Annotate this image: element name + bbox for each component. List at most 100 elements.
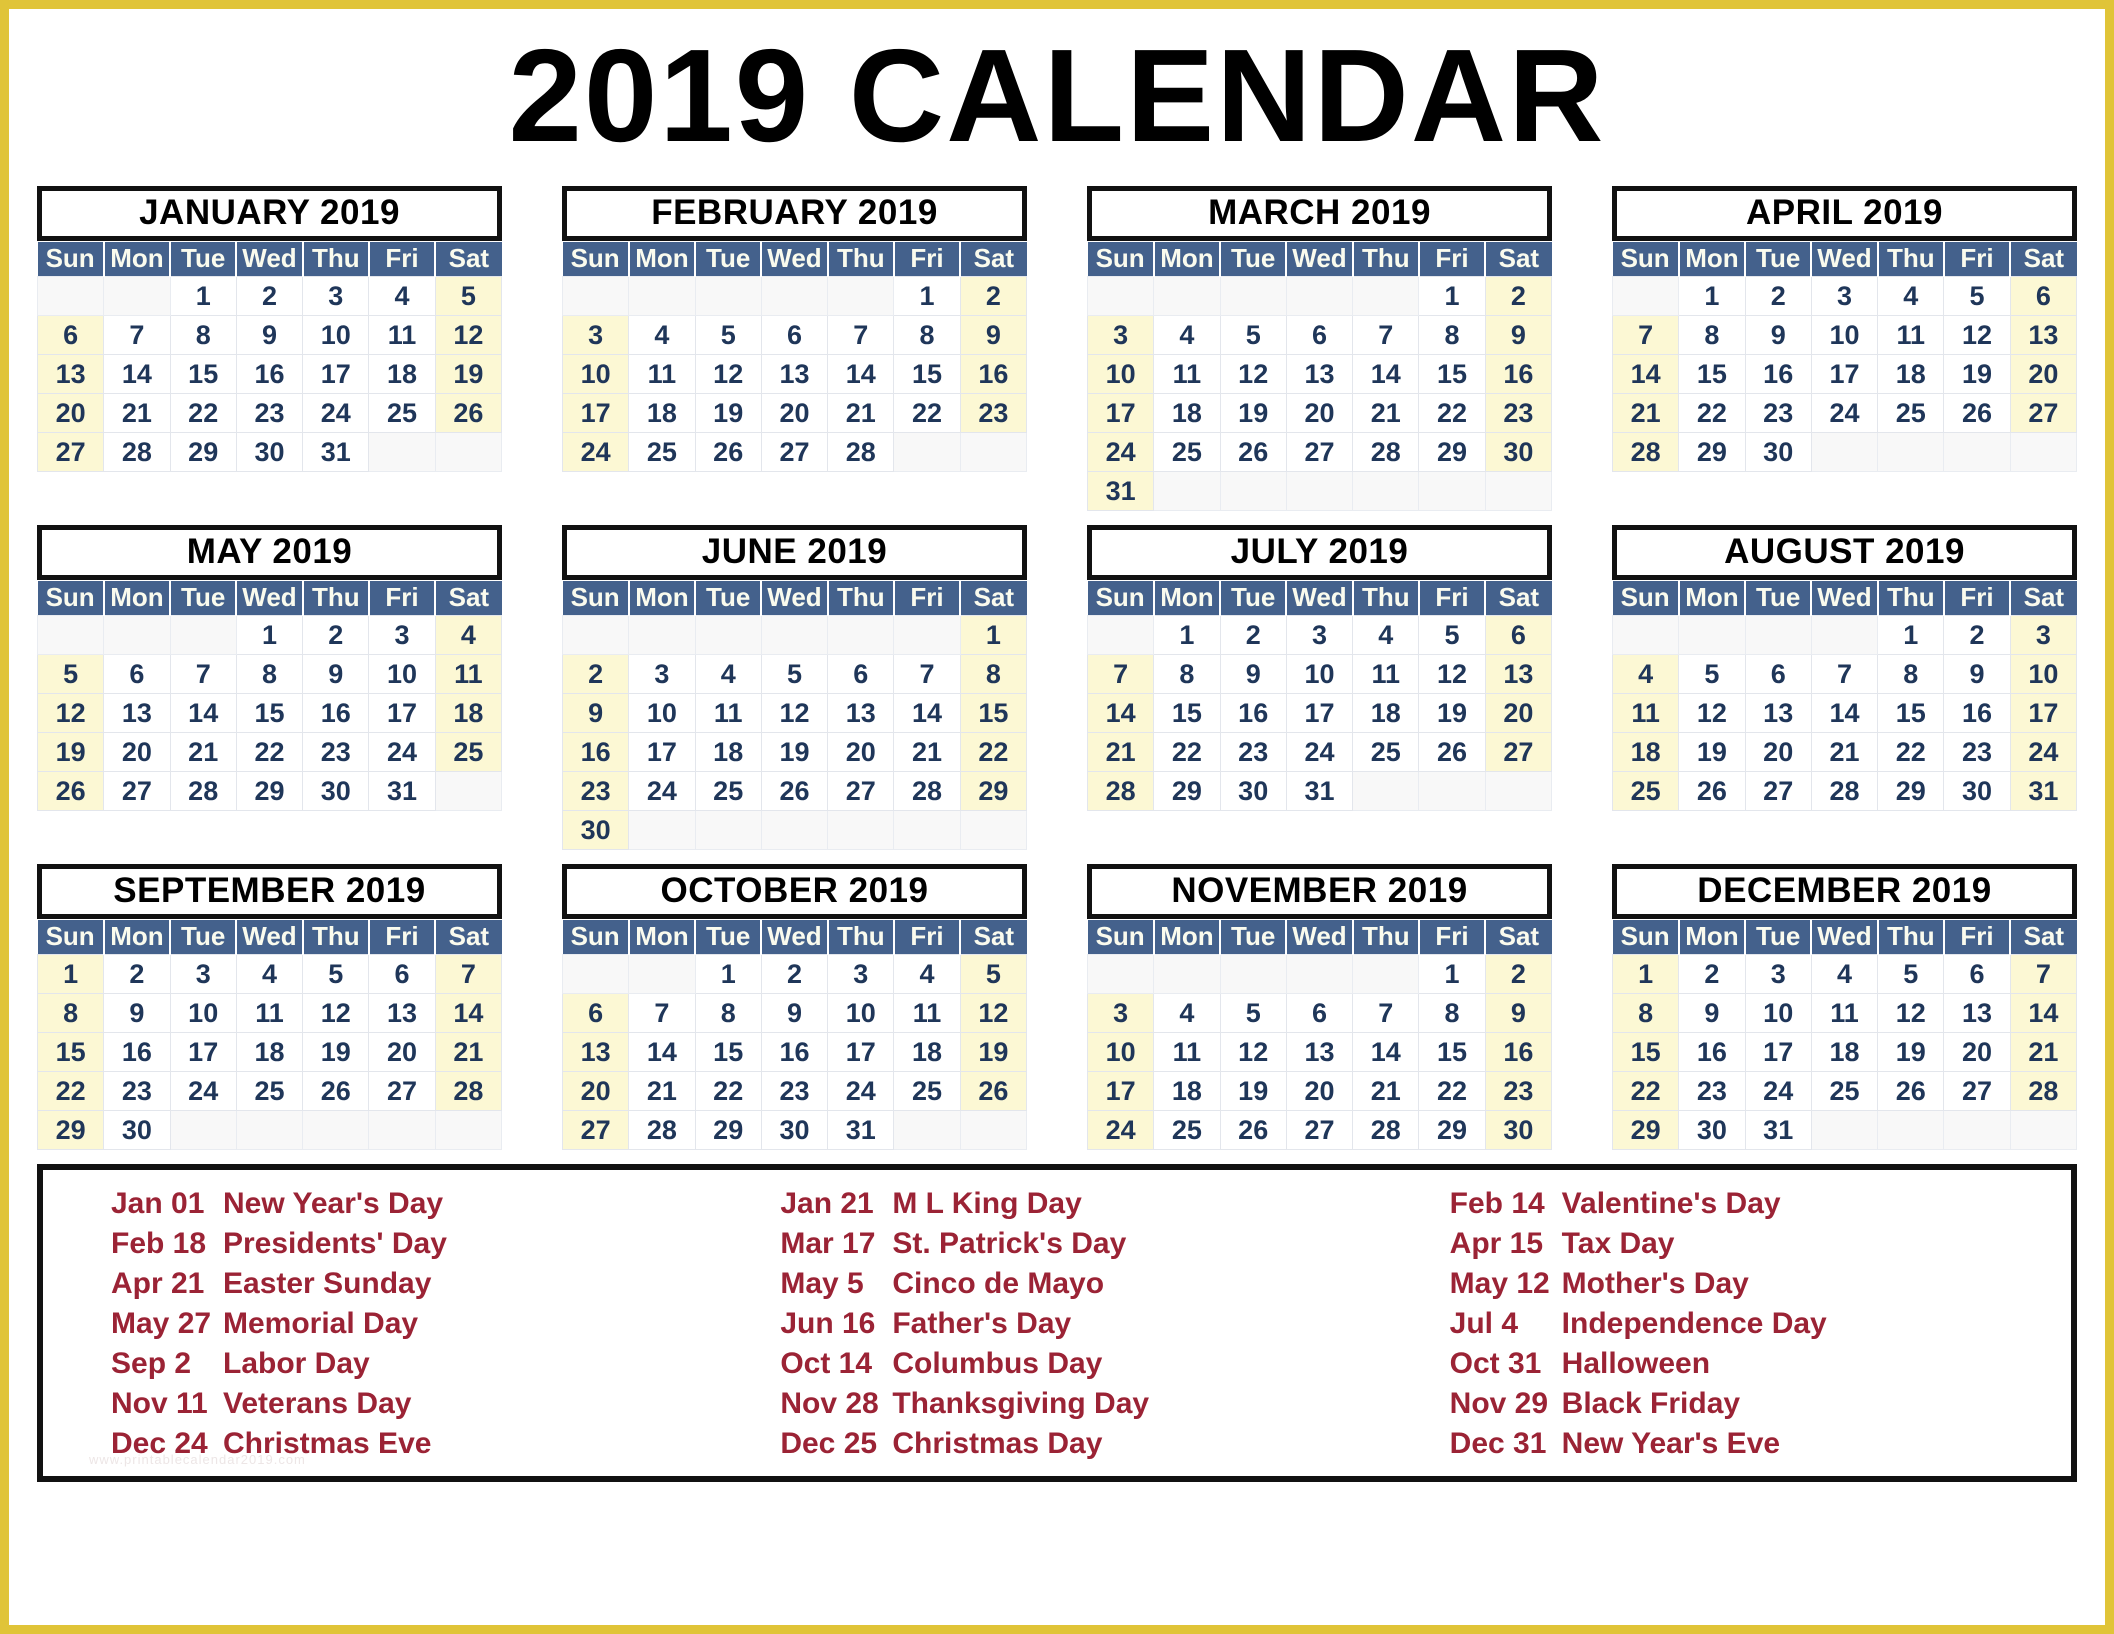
day-cell[interactable]: 25 [434,732,503,773]
day-cell[interactable]: 2 [1678,954,1746,995]
day-cell[interactable]: 26 [694,432,762,473]
day-cell[interactable]: 5 [36,654,105,695]
day-cell[interactable]: 28 [1086,771,1155,812]
day-cell[interactable]: 25 [1810,1071,1879,1112]
day-cell[interactable]: 18 [628,393,696,434]
day-cell[interactable]: 30 [1484,1110,1553,1151]
day-cell[interactable]: 28 [827,432,895,473]
day-cell[interactable]: 8 [235,654,304,695]
day-cell[interactable]: 23 [235,393,304,434]
day-cell[interactable]: 20 [2009,354,2078,395]
day-cell[interactable]: 19 [959,1032,1028,1073]
day-cell[interactable]: 19 [434,354,503,395]
day-cell[interactable]: 20 [1744,732,1812,773]
day-cell[interactable]: 15 [959,693,1028,734]
day-cell[interactable]: 11 [628,354,696,395]
day-cell[interactable]: 16 [235,354,304,395]
day-cell[interactable]: 17 [1810,354,1879,395]
day-cell[interactable]: 8 [1611,993,1680,1034]
day-cell[interactable]: 13 [2009,315,2078,356]
day-cell[interactable]: 4 [1611,654,1680,695]
day-cell[interactable]: 12 [760,693,829,734]
day-cell[interactable]: 15 [893,354,961,395]
day-cell[interactable]: 10 [1086,354,1155,395]
day-cell[interactable]: 8 [1418,315,1486,356]
day-cell[interactable]: 14 [628,1032,696,1073]
day-cell[interactable]: 22 [893,393,961,434]
day-cell[interactable]: 10 [1086,1032,1155,1073]
day-cell[interactable]: 4 [893,954,961,995]
day-cell[interactable]: 28 [893,771,961,812]
day-cell[interactable]: 3 [368,615,436,656]
day-cell[interactable]: 19 [1418,693,1486,734]
day-cell[interactable]: 29 [694,1110,762,1151]
day-cell[interactable]: 13 [827,693,895,734]
day-cell[interactable]: 18 [1153,1071,1221,1112]
day-cell[interactable]: 11 [1810,993,1879,1034]
day-cell[interactable]: 30 [1678,1110,1746,1151]
day-cell[interactable]: 2 [760,954,829,995]
day-cell[interactable]: 13 [1484,654,1553,695]
day-cell[interactable]: 21 [1810,732,1879,773]
day-cell[interactable]: 3 [561,315,630,356]
day-cell[interactable]: 25 [1352,732,1420,773]
day-cell[interactable]: 6 [1484,615,1553,656]
day-cell[interactable]: 5 [434,276,503,317]
day-cell[interactable]: 11 [235,993,304,1034]
day-cell[interactable]: 15 [169,354,237,395]
day-cell[interactable]: 19 [1219,393,1287,434]
day-cell[interactable]: 12 [1943,315,2011,356]
day-cell[interactable]: 14 [1352,354,1420,395]
day-cell[interactable]: 1 [169,276,237,317]
day-cell[interactable]: 24 [368,732,436,773]
day-cell[interactable]: 5 [760,654,829,695]
day-cell[interactable]: 24 [827,1071,895,1112]
day-cell[interactable]: 20 [760,393,829,434]
day-cell[interactable]: 1 [1678,276,1746,317]
day-cell[interactable]: 7 [1086,654,1155,695]
day-cell[interactable]: 16 [959,354,1028,395]
day-cell[interactable]: 22 [1678,393,1746,434]
day-cell[interactable]: 29 [235,771,304,812]
day-cell[interactable]: 27 [1285,432,1354,473]
day-cell[interactable]: 1 [959,615,1028,656]
day-cell[interactable]: 27 [1943,1071,2011,1112]
day-cell[interactable]: 6 [1744,654,1812,695]
day-cell[interactable]: 16 [1219,693,1287,734]
day-cell[interactable]: 24 [2009,732,2078,773]
day-cell[interactable]: 21 [628,1071,696,1112]
day-cell[interactable]: 30 [1484,432,1553,473]
day-cell[interactable]: 23 [1219,732,1287,773]
day-cell[interactable]: 25 [1153,432,1221,473]
day-cell[interactable]: 17 [1086,393,1155,434]
day-cell[interactable]: 4 [368,276,436,317]
day-cell[interactable]: 21 [169,732,237,773]
day-cell[interactable]: 2 [561,654,630,695]
day-cell[interactable]: 15 [36,1032,105,1073]
day-cell[interactable]: 6 [1285,315,1354,356]
day-cell[interactable]: 15 [235,693,304,734]
day-cell[interactable]: 26 [1219,432,1287,473]
day-cell[interactable]: 29 [1877,771,1945,812]
day-cell[interactable]: 22 [959,732,1028,773]
day-cell[interactable]: 19 [1219,1071,1287,1112]
day-cell[interactable]: 12 [302,993,370,1034]
day-cell[interactable]: 27 [1285,1110,1354,1151]
day-cell[interactable]: 26 [760,771,829,812]
day-cell[interactable]: 2 [1484,276,1553,317]
day-cell[interactable]: 31 [827,1110,895,1151]
day-cell[interactable]: 25 [1153,1110,1221,1151]
day-cell[interactable]: 4 [1352,615,1420,656]
day-cell[interactable]: 11 [1611,693,1680,734]
day-cell[interactable]: 12 [959,993,1028,1034]
day-cell[interactable]: 15 [1153,693,1221,734]
day-cell[interactable]: 15 [1611,1032,1680,1073]
day-cell[interactable]: 16 [760,1032,829,1073]
day-cell[interactable]: 21 [103,393,171,434]
day-cell[interactable]: 24 [1744,1071,1812,1112]
day-cell[interactable]: 11 [694,693,762,734]
day-cell[interactable]: 28 [1352,432,1420,473]
day-cell[interactable]: 9 [1484,993,1553,1034]
day-cell[interactable]: 12 [1678,693,1746,734]
day-cell[interactable]: 31 [368,771,436,812]
